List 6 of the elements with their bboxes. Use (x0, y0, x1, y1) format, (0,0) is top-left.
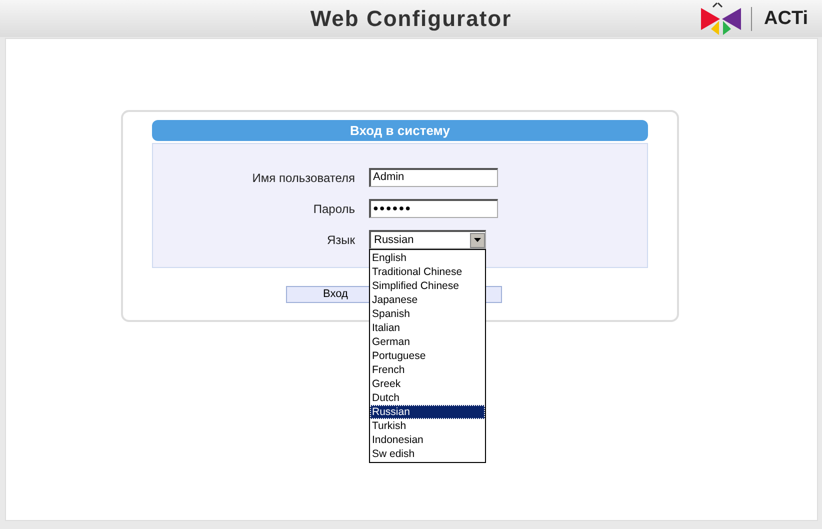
login-title: Вход в систему (152, 120, 648, 141)
app-title: Web Configurator (310, 6, 512, 32)
field-label: Язык (326, 232, 355, 246)
field-label: Имя пользователя (251, 170, 355, 184)
field-label: Пароль (312, 202, 355, 216)
logo-text: ACTi (764, 8, 808, 30)
